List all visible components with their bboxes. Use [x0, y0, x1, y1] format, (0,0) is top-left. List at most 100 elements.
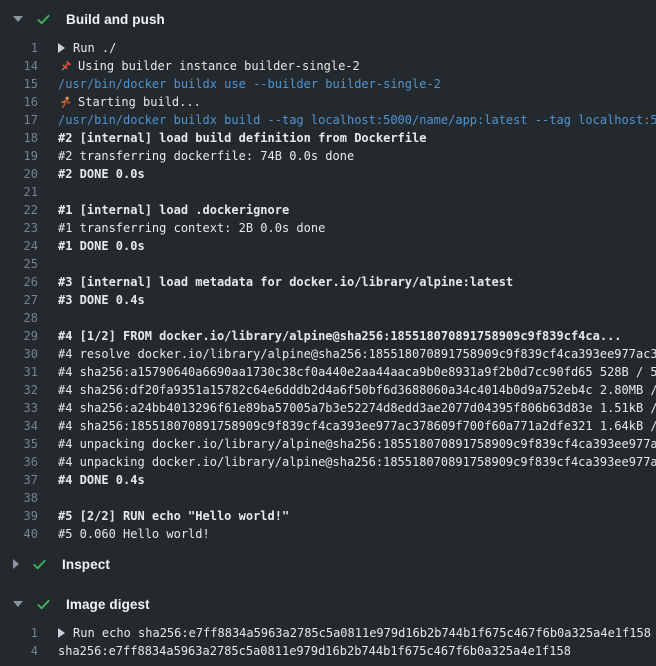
- log-line: 35 #4 unpacking docker.io/library/alpine…: [0, 435, 656, 453]
- line-number[interactable]: 1: [0, 39, 38, 57]
- line-number[interactable]: 14: [0, 57, 38, 75]
- log-line: 37 #4 DONE 0.4s: [0, 471, 656, 489]
- line-number[interactable]: 20: [0, 165, 38, 183]
- line-number[interactable]: 15: [0, 75, 38, 93]
- line-content: #4 resolve docker.io/library/alpine@sha2…: [58, 345, 656, 363]
- line-number[interactable]: 25: [0, 255, 38, 273]
- line-number[interactable]: 39: [0, 507, 38, 525]
- line-content: #1 DONE 0.0s: [58, 237, 145, 255]
- check-icon: [36, 12, 51, 27]
- line-text: sha256:e7ff8834a5963a2785c5a0811e979d16b…: [58, 642, 571, 660]
- line-text: #3 [internal] load metadata for docker.i…: [58, 273, 513, 291]
- line-number[interactable]: 24: [0, 237, 38, 255]
- line-text: #4 sha256:a15790640a6690aa1730c38cf0a440…: [58, 363, 656, 381]
- section-lines: 1 Run echo sha256:e7ff8834a5963a2785c5a0…: [0, 619, 656, 666]
- log-line: 4 sha256:e7ff8834a5963a2785c5a0811e979d1…: [0, 642, 656, 660]
- line-content: #3 [internal] load metadata for docker.i…: [58, 273, 513, 291]
- log-line: 29 #4 [1/2] FROM docker.io/library/alpin…: [0, 327, 656, 345]
- line-text: #4 DONE 0.4s: [58, 471, 145, 489]
- log-line: 31 #4 sha256:a15790640a6690aa1730c38cf0a…: [0, 363, 656, 381]
- line-content: Run ./: [58, 39, 116, 57]
- line-number[interactable]: 21: [0, 183, 38, 201]
- line-number[interactable]: 22: [0, 201, 38, 219]
- line-number[interactable]: 27: [0, 291, 38, 309]
- line-number[interactable]: 31: [0, 363, 38, 381]
- log-line: 30 #4 resolve docker.io/library/alpine@s…: [0, 345, 656, 363]
- log-line: 1 Run ./: [0, 39, 656, 57]
- section-header[interactable]: Image digest: [0, 589, 656, 619]
- line-content: #1 transferring context: 2B 0.0s done: [58, 219, 325, 237]
- log-line: 1 Run echo sha256:e7ff8834a5963a2785c5a0…: [0, 624, 656, 642]
- line-text: #5 0.060 Hello world!: [58, 525, 210, 543]
- line-text: /usr/bin/docker buildx use --builder bui…: [58, 75, 441, 93]
- line-content: #2 [internal] load build definition from…: [58, 129, 426, 147]
- chevron-down-icon[interactable]: [13, 16, 23, 22]
- line-content: #4 unpacking docker.io/library/alpine@sh…: [58, 453, 656, 471]
- line-text: #2 DONE 0.0s: [58, 165, 145, 183]
- log-line: 23 #1 transferring context: 2B 0.0s done: [0, 219, 656, 237]
- check-icon: [32, 557, 47, 572]
- line-number[interactable]: 32: [0, 381, 38, 399]
- line-text: #5 [2/2] RUN echo "Hello world!": [58, 507, 289, 525]
- line-text: #1 DONE 0.0s: [58, 237, 145, 255]
- chevron-down-icon[interactable]: [13, 601, 23, 607]
- section-header[interactable]: Build and push: [0, 4, 656, 34]
- line-content: #4 unpacking docker.io/library/alpine@sh…: [58, 435, 656, 453]
- line-text: #1 [internal] load .dockerignore: [58, 201, 289, 219]
- workflow-log: Build and push 1 Run ./ 14 Using builder…: [0, 0, 656, 666]
- line-content: #4 [1/2] FROM docker.io/library/alpine@s…: [58, 327, 622, 345]
- line-number[interactable]: 4: [0, 642, 38, 660]
- log-line: 16 Starting build...: [0, 93, 656, 111]
- log-line: 38: [0, 489, 656, 507]
- line-content: #3 DONE 0.4s: [58, 291, 145, 309]
- log-line: 27 #3 DONE 0.4s: [0, 291, 656, 309]
- line-content: #4 sha256:a15790640a6690aa1730c38cf0a440…: [58, 363, 656, 381]
- line-content: #2 DONE 0.0s: [58, 165, 145, 183]
- log-line: 17 /usr/bin/docker buildx build --tag lo…: [0, 111, 656, 129]
- line-number[interactable]: 30: [0, 345, 38, 363]
- pushpin-icon: [58, 59, 72, 73]
- line-text: #4 sha256:185518070891758909c9f839cf4ca3…: [58, 417, 656, 435]
- line-content: /usr/bin/docker buildx build --tag local…: [58, 111, 656, 129]
- log-line: 18 #2 [internal] load build definition f…: [0, 129, 656, 147]
- line-number[interactable]: 18: [0, 129, 38, 147]
- log-line: 28: [0, 309, 656, 327]
- log-line: 34 #4 sha256:185518070891758909c9f839cf4…: [0, 417, 656, 435]
- line-number[interactable]: 37: [0, 471, 38, 489]
- line-number[interactable]: 19: [0, 147, 38, 165]
- line-number[interactable]: 35: [0, 435, 38, 453]
- line-content: Using builder instance builder-single-2: [58, 57, 360, 75]
- section-header[interactable]: Inspect: [0, 549, 656, 579]
- line-number[interactable]: 26: [0, 273, 38, 291]
- line-number[interactable]: 33: [0, 399, 38, 417]
- line-content: #4 DONE 0.4s: [58, 471, 145, 489]
- line-number[interactable]: 38: [0, 489, 38, 507]
- line-content: #5 [2/2] RUN echo "Hello world!": [58, 507, 289, 525]
- line-text: #2 [internal] load build definition from…: [58, 129, 426, 147]
- play-expand-icon[interactable]: [58, 628, 65, 638]
- line-text: #4 sha256:df20fa9351a15782c64e6dddb2d4a6…: [58, 381, 656, 399]
- line-text: #4 unpacking docker.io/library/alpine@sh…: [58, 453, 656, 471]
- log-line: 22 #1 [internal] load .dockerignore: [0, 201, 656, 219]
- line-number[interactable]: 1: [0, 624, 38, 642]
- line-number[interactable]: 16: [0, 93, 38, 111]
- line-content: #4 sha256:df20fa9351a15782c64e6dddb2d4a6…: [58, 381, 656, 399]
- line-text: #4 sha256:a24bb4013296f61e89ba57005a7b3e…: [58, 399, 656, 417]
- line-number[interactable]: 17: [0, 111, 38, 129]
- log-section: Build and push 1 Run ./ 14 Using builder…: [0, 4, 656, 549]
- play-expand-icon[interactable]: [58, 43, 65, 53]
- line-number[interactable]: 29: [0, 327, 38, 345]
- chevron-right-icon[interactable]: [13, 559, 19, 569]
- line-number[interactable]: 40: [0, 525, 38, 543]
- line-number[interactable]: 23: [0, 219, 38, 237]
- section-title: Build and push: [66, 12, 165, 27]
- section-lines: 1 Run ./ 14 Using builder instance build…: [0, 34, 656, 549]
- line-number[interactable]: 36: [0, 453, 38, 471]
- line-text: #4 unpacking docker.io/library/alpine@sh…: [58, 435, 656, 453]
- log-line: 32 #4 sha256:df20fa9351a15782c64e6dddb2d…: [0, 381, 656, 399]
- runner-icon: [58, 95, 72, 109]
- line-number[interactable]: 34: [0, 417, 38, 435]
- line-text: Run echo sha256:e7ff8834a5963a2785c5a081…: [73, 624, 651, 642]
- line-number[interactable]: 28: [0, 309, 38, 327]
- line-content: Run echo sha256:e7ff8834a5963a2785c5a081…: [58, 624, 651, 642]
